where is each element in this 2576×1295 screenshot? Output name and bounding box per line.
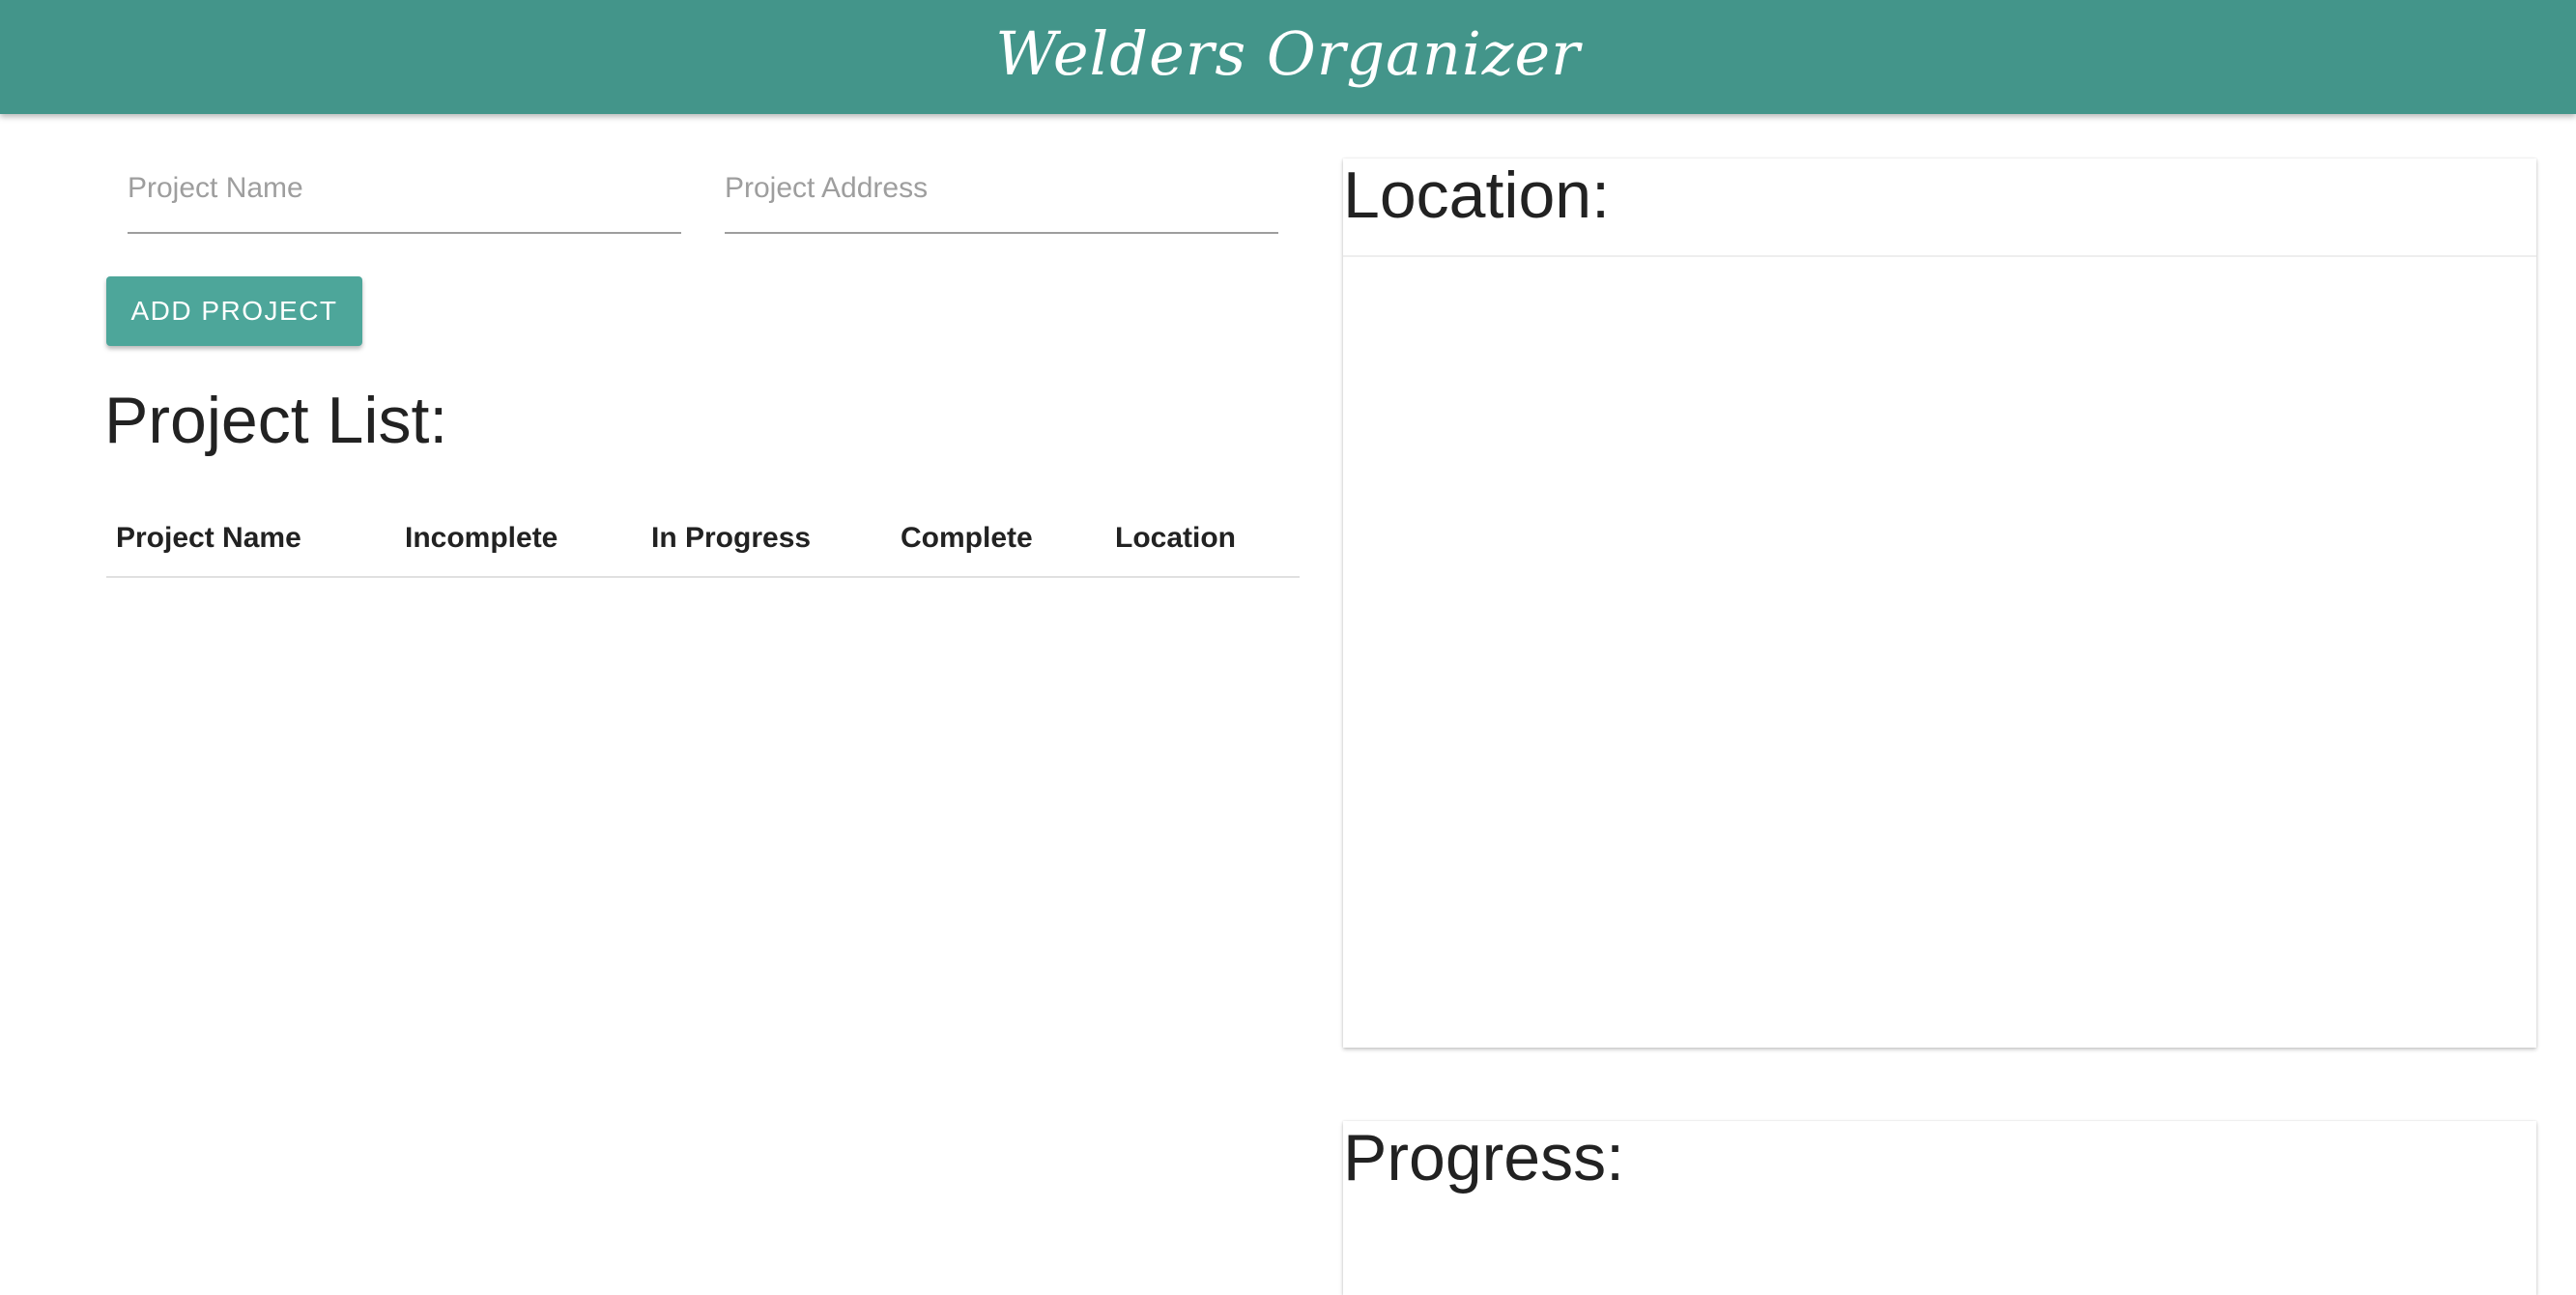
location-card-header: Location: <box>1343 158 2536 257</box>
project-name-field[interactable] <box>128 155 681 234</box>
project-address-input[interactable] <box>725 155 1278 222</box>
project-list-title: Project List: <box>104 384 448 457</box>
add-project-button[interactable]: ADD PROJECT <box>106 276 362 346</box>
location-title: Location: <box>1343 158 1610 232</box>
column-header-project-name: Project Name <box>106 503 405 578</box>
progress-card-header: Progress: <box>1343 1121 2536 1218</box>
app-bar: Welders Organizer <box>0 0 2576 114</box>
progress-card: Progress: <box>1343 1121 2536 1295</box>
column-header-incomplete: Incomplete <box>405 503 651 578</box>
location-map-area[interactable] <box>1343 257 2536 1048</box>
project-name-input[interactable] <box>128 155 681 222</box>
project-address-field[interactable] <box>725 155 1278 234</box>
project-table: Project Name Incomplete In Progress Comp… <box>106 503 1300 578</box>
progress-title: Progress: <box>1343 1121 1624 1194</box>
app-title: Welders Organizer <box>995 17 1581 89</box>
location-card: Location: <box>1343 158 2536 1048</box>
column-header-in-progress: In Progress <box>651 503 901 578</box>
table-header-row: Project Name Incomplete In Progress Comp… <box>106 503 1300 578</box>
column-header-complete: Complete <box>901 503 1115 578</box>
column-header-location: Location <box>1115 503 1300 578</box>
